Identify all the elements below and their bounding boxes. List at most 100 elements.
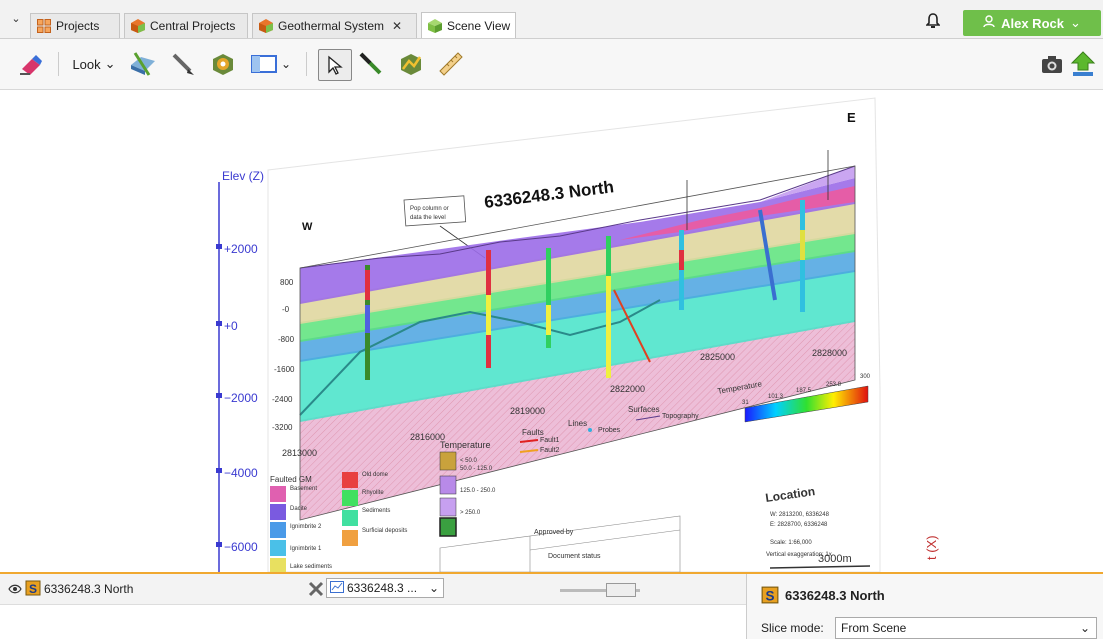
tab-scene-view[interactable]: Scene View [421,12,516,38]
properties-panel: S 6336248.3 North Slice mode: From Scene… [747,574,1103,639]
visibility-eye-icon[interactable] [8,583,22,597]
lines-legend-title: Lines [568,419,587,428]
scene-item-label[interactable]: 6336248.3 North [44,582,133,596]
user-menu-button[interactable]: Alex Rock ⌄ [963,10,1101,36]
elev-tick: +0 [224,319,238,333]
tab-label: Central Projects [150,19,236,33]
draw-button[interactable] [166,50,200,78]
publish-button[interactable] [1068,50,1098,78]
x-tick: 2819000 [510,406,545,416]
section-tick: -1600 [274,365,295,374]
slice-icon [131,52,155,76]
scene-viewport[interactable]: Elev (Z) +2000 +0 −2000 −4000 −6000 E W … [0,90,1103,574]
scale-bar-label: 3000m [818,553,852,565]
document-status-label: Document status [548,553,601,560]
pencil-icon [172,53,194,75]
temperature-category-title: Temperature [440,440,491,450]
measure-button[interactable] [354,50,388,78]
chevron-down-icon: ⌄ [104,56,116,71]
gear-cube-button[interactable] [206,50,240,78]
close-icon[interactable]: ✕ [392,19,402,33]
ruler-icon [439,52,463,76]
tab-central-projects[interactable]: Central Projects [124,13,248,38]
toolbar-separator [58,52,59,76]
temp-category: 50.0 - 125.0 [460,466,493,472]
geology-item: Rhyolite [362,490,384,496]
geology-item: Basement [290,486,317,492]
compass-east: E [847,110,856,125]
tab-list-chevron-icon[interactable]: ⌄ [6,12,26,30]
faults-legend-item: Fault2 [540,447,560,454]
geology-item: Ignimbrite 1 [290,546,322,552]
look-dropdown[interactable]: Look ⌄ [68,50,120,78]
user-icon [983,15,995,31]
chevron-down-icon: ⌄ [1079,621,1090,635]
faults-legend-title: Faults [522,428,544,437]
look-label: Look [72,56,101,72]
section-object-icon: S [25,580,41,599]
colorbar-tick: 253.8 [826,382,842,388]
x-tick: 2825000 [700,352,735,362]
select-button[interactable] [318,49,352,81]
projects-grid-icon [37,19,51,33]
opacity-slider-thumb[interactable] [606,583,636,597]
colorbar-tick: 187.5 [796,388,812,394]
scene-canvas[interactable]: Elev (Z) +2000 +0 −2000 −4000 −6000 E W … [0,90,1103,572]
temp-category: < 50.0 [460,458,478,464]
section-object-icon: S [761,586,779,607]
tools-crossed-icon[interactable] [308,581,324,600]
slice-chart-icon [330,580,344,596]
user-name: Alex Rock [1001,15,1064,31]
ruler-button[interactable] [434,50,468,78]
temp-category: 125.0 - 250.0 [460,488,496,494]
measure-knife-icon [359,52,382,75]
panel-icon [250,55,277,73]
geology-item: Old dome [362,472,389,478]
polyline-button[interactable] [394,50,428,78]
geology-item: Sediments [362,508,390,514]
screenshot-button[interactable] [1038,50,1066,78]
slice-dropdown-value: 6336248.3 ... [347,581,418,595]
chevron-down-icon: ⌄ [428,581,439,595]
scene-cube-icon [428,18,442,33]
central-cube-icon [131,19,145,33]
elevation-ticks: +2000 +0 −2000 −4000 −6000 [216,242,258,554]
tab-geothermal-system[interactable]: Geothermal System ✕ [252,13,417,38]
approved-by-label: Approved by [534,529,574,536]
tab-projects[interactable]: Projects [30,13,120,38]
elev-tick: −2000 [224,391,258,405]
geology-item: Lake sediments [290,564,332,570]
slice-mode-value: From Scene [841,621,907,635]
tab-bar: ⌄ Projects Central Projects Geothermal S… [0,0,1103,39]
upload-icon [1070,51,1096,76]
camera-icon [1042,56,1062,73]
geology-item: Surficial deposits [362,528,407,534]
x-axis-label: t (X) [924,535,939,560]
chevron-down-icon: ⌄ [280,57,292,71]
view-panel-dropdown[interactable]: ⌄ [246,50,296,78]
surfaces-legend-title: Surfaces [628,405,660,414]
tab-label: Projects [56,19,100,33]
slice-button[interactable] [126,50,160,78]
section-tick: -2400 [272,395,293,404]
x-tick: 2828000 [812,348,847,358]
notification-bell-icon[interactable] [925,13,941,34]
colorbar-tick: 300 [860,374,871,380]
svg-text:S: S [766,589,775,604]
slice-dropdown[interactable]: 6336248.3 ... ⌄ [326,578,444,598]
location-line: Scale: 1:66,000 [770,540,812,546]
geology-item: Ignimbrite 2 [290,524,322,530]
elev-tick: +2000 [224,242,258,256]
eraser-icon [20,55,42,75]
elev-tick: −6000 [224,540,258,554]
eraser-button[interactable] [14,50,48,78]
section-west-label: W [302,221,313,233]
faults-legend-item: Fault1 [540,437,560,444]
colorbar-tick: 31 [742,400,749,406]
x-tick: 2822000 [610,384,645,394]
slice-mode-select[interactable]: From Scene ⌄ [835,617,1097,639]
properties-title: 6336248.3 North [785,588,885,603]
elevation-axis-label: Elev (Z) [222,169,264,183]
temp-category: > 250.0 [460,510,481,516]
svg-text:S: S [29,582,37,596]
